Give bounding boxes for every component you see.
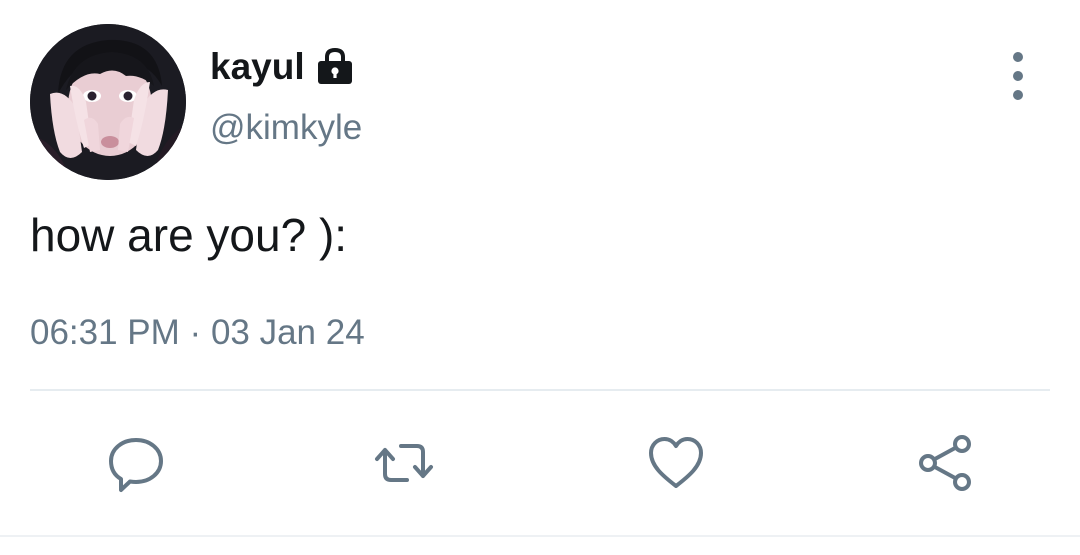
like-button[interactable] <box>643 430 709 496</box>
lock-icon <box>315 47 355 85</box>
avatar[interactable] <box>30 24 186 180</box>
divider <box>30 389 1050 391</box>
tweet-card: kayul @kimkyle how are you? ): 06:31 PM … <box>0 0 1080 555</box>
tweet-text: how are you? ): <box>30 209 348 261</box>
share-button[interactable] <box>912 430 978 496</box>
reply-button[interactable] <box>103 430 169 496</box>
bottom-divider <box>0 535 1080 537</box>
more-dot <box>1013 90 1023 100</box>
retweet-icon <box>375 444 433 482</box>
retweet-button[interactable] <box>371 430 437 496</box>
reply-icon <box>109 438 163 492</box>
name-row: kayul <box>210 40 355 92</box>
tweet-date: 03 Jan 24 <box>210 313 365 352</box>
tweet-timestamp[interactable]: 06:31 PM · 03 Jan 24 <box>30 312 365 354</box>
tweet-time: 06:31 PM <box>30 313 180 352</box>
more-dot <box>1013 71 1023 81</box>
avatar-image <box>30 24 186 180</box>
timestamp-separator: · <box>189 313 202 352</box>
more-vertical-icon <box>1013 52 1023 62</box>
heart-icon <box>649 437 703 488</box>
more-options-button[interactable] <box>996 52 1040 100</box>
user-handle[interactable]: @kimkyle <box>210 110 362 145</box>
display-name[interactable]: kayul <box>210 48 305 85</box>
share-icon <box>919 435 971 491</box>
